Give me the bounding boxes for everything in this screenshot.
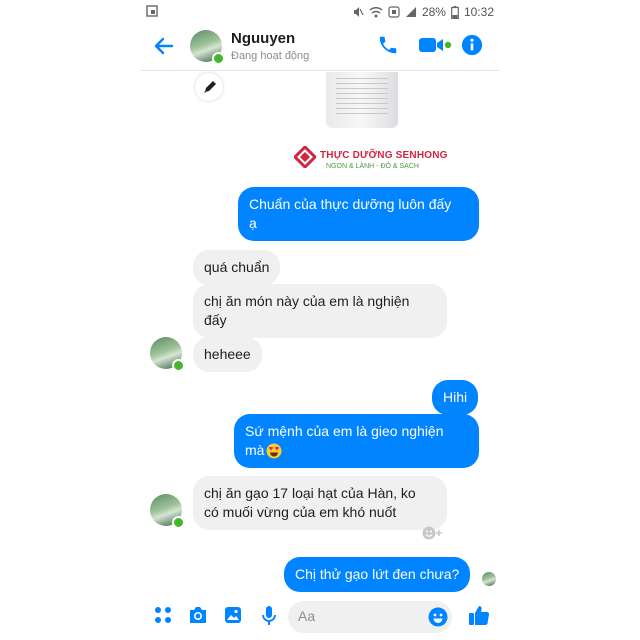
seen-indicator-avatar: [482, 572, 496, 586]
message-bubble-incoming[interactable]: quá chuẩn: [193, 250, 281, 285]
battery-icon: [451, 5, 459, 19]
message-composer: Aa: [140, 598, 500, 640]
message-bubble-outgoing[interactable]: Hihi: [432, 380, 479, 415]
pencil-icon: [204, 81, 216, 93]
add-reaction-icon[interactable]: [421, 525, 443, 541]
brand-name: THỰC DƯỠNG SENHONG: [320, 150, 448, 161]
contact-name[interactable]: Nguuyen: [231, 30, 295, 47]
brand-slogan: NGON & LÀNH - ĐỎ & SẠCH: [326, 163, 419, 170]
camera-icon[interactable]: [188, 606, 208, 624]
conversation-header: Nguuyen Đang hoạt động: [140, 24, 500, 71]
online-indicator: [172, 516, 185, 529]
gallery-icon[interactable]: [224, 606, 242, 624]
apps-icon[interactable]: [154, 606, 172, 624]
screenshot-notification-icon: [146, 5, 158, 17]
message-input-placeholder: Aa: [298, 608, 316, 624]
back-arrow-icon[interactable]: [152, 34, 176, 58]
message-bubble-incoming[interactable]: heheee: [193, 337, 262, 372]
emoji-icon[interactable]: [428, 607, 448, 627]
like-icon[interactable]: [468, 604, 490, 626]
product-label-text: [336, 78, 388, 118]
active-status: Đang hoạt động: [231, 50, 310, 62]
phone-icon[interactable]: [377, 34, 399, 56]
message-bubble-incoming[interactable]: chị ăn món này của em là nghiện đấy: [193, 284, 447, 338]
message-bubble-outgoing[interactable]: Sứ mệnh của em là gieo nghiện mà: [234, 414, 479, 468]
senhong-logo-icon: [294, 146, 316, 168]
edit-image-button[interactable]: [195, 73, 223, 101]
shared-product-image[interactable]: THỰC DƯỠNG SENHONG NGON & LÀNH - ĐỎ & SẠ…: [238, 72, 478, 184]
heart-eyes-emoji-icon: [266, 443, 282, 458]
message-bubble-incoming[interactable]: chị ăn gạo 17 loại hạt của Hàn, ko có mu…: [193, 476, 447, 530]
status-bar: 28% 10:32: [140, 0, 500, 24]
mute-icon: [353, 7, 364, 17]
messenger-screen: 28% 10:32 Nguuyen Đang hoạt động THỰC DƯ…: [140, 0, 500, 640]
battery-percent: 28%: [421, 5, 446, 19]
message-input[interactable]: Aa: [288, 601, 452, 633]
online-indicator: [212, 52, 225, 65]
microphone-icon[interactable]: [262, 606, 276, 626]
wifi-icon: [369, 6, 383, 18]
info-icon[interactable]: [461, 34, 483, 56]
message-bubble-outgoing[interactable]: Chị thử gạo lứt đen chưa?: [284, 557, 471, 592]
message-bubble-outgoing[interactable]: Chuẩn của thực dưỡng luôn đấy ạ: [238, 187, 479, 241]
online-indicator: [172, 359, 185, 372]
signal-icon: [405, 7, 416, 17]
volte-icon: [388, 6, 400, 18]
video-camera-icon[interactable]: [418, 35, 452, 55]
clock: 10:32: [463, 5, 494, 19]
